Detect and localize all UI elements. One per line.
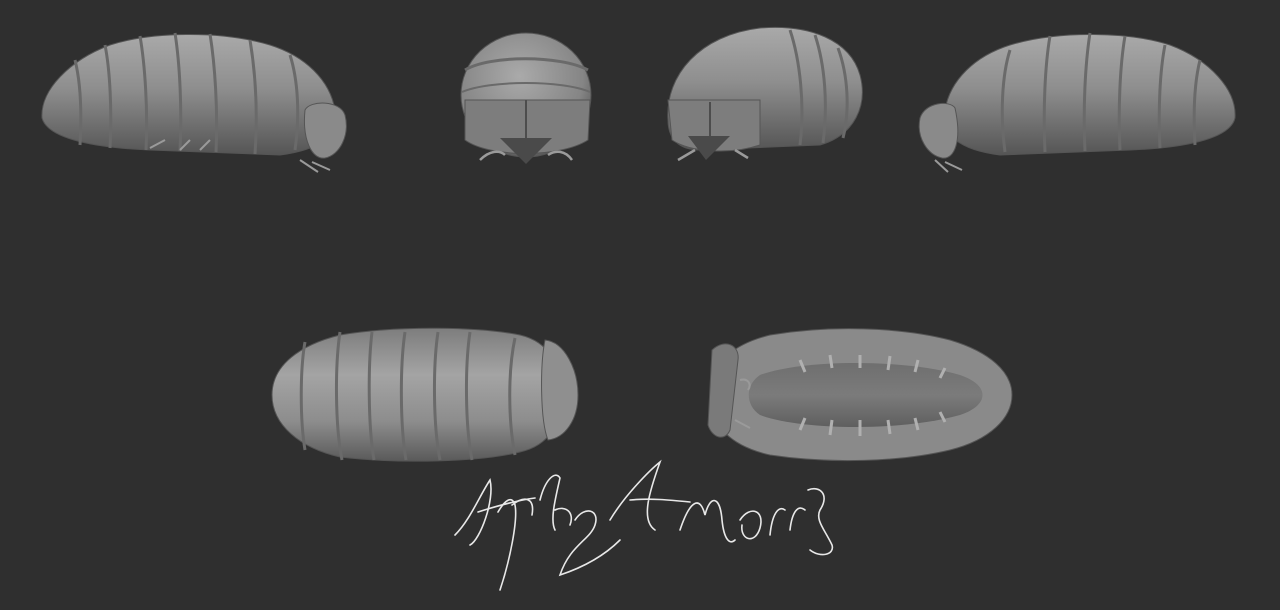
isopod-side-view-right — [918, 32, 1236, 173]
render-canvas — [0, 0, 1280, 610]
isopod-top-view — [271, 327, 579, 462]
isopod-bottom-view — [707, 328, 1013, 462]
artist-signature — [454, 459, 834, 591]
isopod-three-quarter-view — [667, 26, 863, 162]
model-render-sheet — [41, 26, 1236, 591]
isopod-front-view — [460, 32, 592, 164]
isopod-side-view-left — [41, 32, 347, 173]
